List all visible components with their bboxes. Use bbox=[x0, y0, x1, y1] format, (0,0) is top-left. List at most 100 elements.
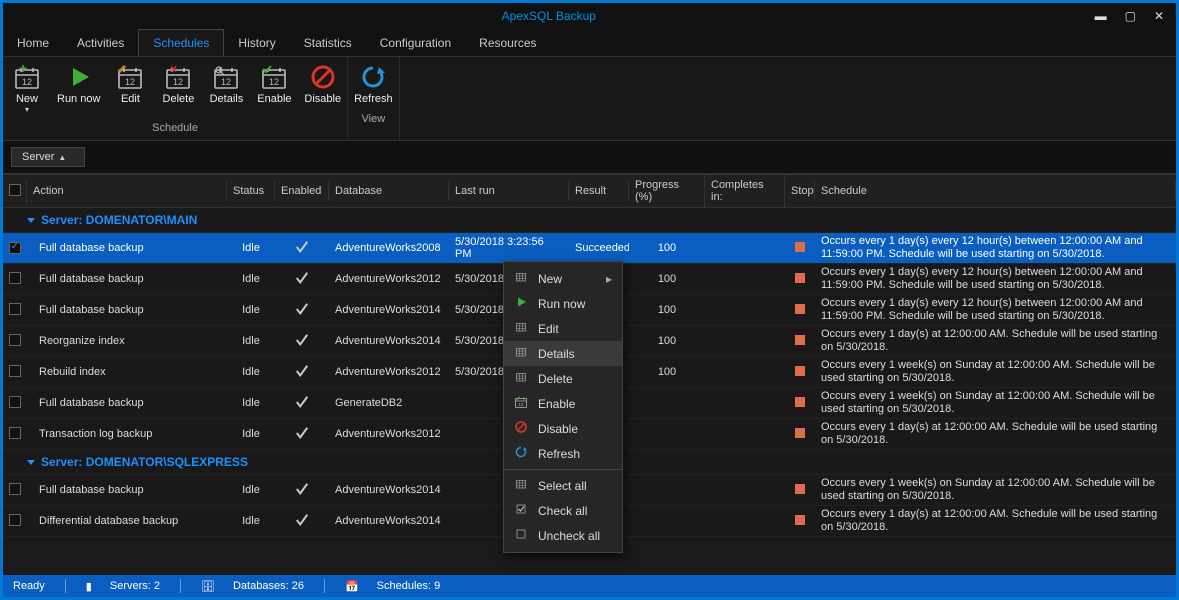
progress-cell: 100 bbox=[629, 271, 705, 287]
ctx-label: Check all bbox=[538, 504, 587, 518]
ctx-delete[interactable]: Delete bbox=[504, 366, 622, 391]
stop-button[interactable] bbox=[795, 242, 805, 252]
ribbon-edit[interactable]: Edit bbox=[106, 57, 154, 118]
schedule-cell: Occurs every 1 day(s) at 12:00:00 AM. Sc… bbox=[815, 326, 1176, 356]
ribbon-details[interactable]: Details bbox=[202, 57, 250, 118]
completes-cell bbox=[705, 339, 785, 343]
stop-button[interactable] bbox=[795, 304, 805, 314]
enabled-cell bbox=[275, 362, 329, 383]
ribbon-refresh[interactable]: Refresh bbox=[348, 57, 399, 109]
column-header[interactable]: Database bbox=[329, 181, 449, 201]
row-checkbox[interactable] bbox=[9, 365, 21, 377]
ctx-run-now[interactable]: Run now bbox=[504, 291, 622, 316]
ctx-select-all[interactable]: Select all bbox=[504, 473, 622, 498]
row-checkbox[interactable] bbox=[9, 272, 21, 284]
database-cell: AdventureWorks2014 bbox=[329, 302, 449, 318]
column-header[interactable]: Result bbox=[569, 181, 629, 201]
column-header[interactable]: Last run bbox=[449, 181, 569, 201]
action-text: Transaction log backup bbox=[39, 428, 152, 440]
context-menu[interactable]: New▸ Run now EditDetailsDelete Enable Disabl… bbox=[503, 261, 623, 553]
completes-cell bbox=[705, 401, 785, 405]
ribbon-disable[interactable]: Disable bbox=[298, 57, 347, 118]
status-cell: Idle bbox=[227, 364, 275, 380]
stop-button[interactable] bbox=[795, 484, 805, 494]
stop-button[interactable] bbox=[795, 273, 805, 283]
stop-button[interactable] bbox=[795, 335, 805, 345]
enabled-cell bbox=[275, 511, 329, 532]
stop-button[interactable] bbox=[795, 366, 805, 376]
schedule-cell: Occurs every 1 day(s) at 12:00:00 AM. Sc… bbox=[815, 419, 1176, 449]
ribbon-label: Run now bbox=[57, 93, 100, 105]
ribbon-label: Delete bbox=[163, 93, 195, 105]
disable-red-icon bbox=[514, 420, 528, 437]
menu-tab-home[interactable]: Home bbox=[3, 30, 63, 56]
column-header[interactable]: Enabled bbox=[275, 181, 329, 201]
select-all-checkbox[interactable] bbox=[9, 184, 21, 196]
status-cell: Idle bbox=[227, 482, 275, 498]
stop-button[interactable] bbox=[795, 428, 805, 438]
database-cell: AdventureWorks2012 bbox=[329, 364, 449, 380]
row-checkbox[interactable] bbox=[9, 427, 21, 439]
close-icon[interactable]: ✕ bbox=[1154, 9, 1164, 23]
progress-cell: 100 bbox=[629, 240, 705, 256]
row-checkbox[interactable] bbox=[9, 303, 21, 315]
ctx-label: Run now bbox=[538, 297, 585, 311]
status-cell: Idle bbox=[227, 426, 275, 442]
completes-cell bbox=[705, 277, 785, 281]
table-row[interactable]: Full database backupIdleAdventureWorks20… bbox=[3, 233, 1176, 264]
ribbon-run-now[interactable]: Run now bbox=[51, 57, 106, 118]
ribbon-new[interactable]: +New▾ bbox=[3, 57, 51, 118]
column-header[interactable]: Stop bbox=[785, 181, 815, 201]
column-header[interactable]: Action bbox=[27, 181, 227, 201]
row-checkbox[interactable] bbox=[9, 334, 21, 346]
ctx-refresh[interactable]: Refresh bbox=[504, 441, 622, 466]
row-checkbox[interactable] bbox=[9, 483, 21, 495]
stop-button[interactable] bbox=[795, 397, 805, 407]
svg-text:+: + bbox=[19, 63, 27, 76]
row-checkbox[interactable] bbox=[9, 242, 21, 254]
menu-tab-resources[interactable]: Resources bbox=[465, 30, 550, 56]
action-text: Differential database backup bbox=[39, 515, 178, 527]
delete-schedule-icon: × bbox=[164, 63, 192, 93]
group-row[interactable]: Server: DOMENATOR\MAIN bbox=[3, 208, 1176, 233]
edit-schedule-icon bbox=[116, 63, 144, 93]
action-text: Full database backup bbox=[39, 397, 144, 409]
maximize-icon[interactable]: ▢ bbox=[1125, 9, 1136, 23]
ctx-check-all[interactable]: Check all bbox=[504, 498, 622, 523]
menu-tab-configuration[interactable]: Configuration bbox=[366, 30, 465, 56]
status-cell: Idle bbox=[227, 333, 275, 349]
ribbon-enable[interactable]: Enable bbox=[250, 57, 298, 118]
column-header[interactable]: Completes in: bbox=[705, 175, 785, 207]
row-checkbox[interactable] bbox=[9, 396, 21, 408]
servers-count: 2 bbox=[154, 580, 160, 592]
menu-tab-activities[interactable]: Activities bbox=[63, 30, 138, 56]
status-ready: Ready bbox=[13, 580, 45, 592]
ctx-uncheck-all[interactable]: Uncheck all bbox=[504, 523, 622, 548]
menu-tab-schedules[interactable]: Schedules bbox=[138, 29, 224, 56]
ctx-disable[interactable]: Disable bbox=[504, 416, 622, 441]
grid-icon bbox=[514, 345, 528, 362]
column-header[interactable] bbox=[3, 180, 27, 203]
column-header[interactable]: Status bbox=[227, 181, 275, 201]
menu-tab-statistics[interactable]: Statistics bbox=[290, 30, 366, 56]
ctx-new[interactable]: New▸ bbox=[504, 266, 622, 291]
minimize-icon[interactable]: ▬ bbox=[1095, 9, 1107, 23]
status-cell: Idle bbox=[227, 271, 275, 287]
stop-button[interactable] bbox=[795, 515, 805, 525]
column-header[interactable]: Progress (%) bbox=[629, 175, 705, 207]
ctx-edit[interactable]: Edit bbox=[504, 316, 622, 341]
ribbon-delete[interactable]: ×Delete bbox=[154, 57, 202, 118]
progress-cell: 100 bbox=[629, 333, 705, 349]
menu-tab-history[interactable]: History bbox=[224, 30, 289, 56]
group-chip-server[interactable]: Server ▲ bbox=[11, 147, 85, 167]
row-checkbox[interactable] bbox=[9, 514, 21, 526]
menubar: HomeActivitiesSchedulesHistoryStatistics… bbox=[3, 29, 1176, 57]
ctx-details[interactable]: Details bbox=[504, 341, 622, 366]
column-header[interactable]: Schedule bbox=[815, 181, 1176, 201]
action-text: Full database backup bbox=[39, 242, 144, 254]
ctx-label: Enable bbox=[538, 397, 575, 411]
database-cell: AdventureWorks2014 bbox=[329, 513, 449, 529]
ctx-label: Select all bbox=[538, 479, 587, 493]
status-cell: Idle bbox=[227, 513, 275, 529]
ctx-enable[interactable]: Enable bbox=[504, 391, 622, 416]
